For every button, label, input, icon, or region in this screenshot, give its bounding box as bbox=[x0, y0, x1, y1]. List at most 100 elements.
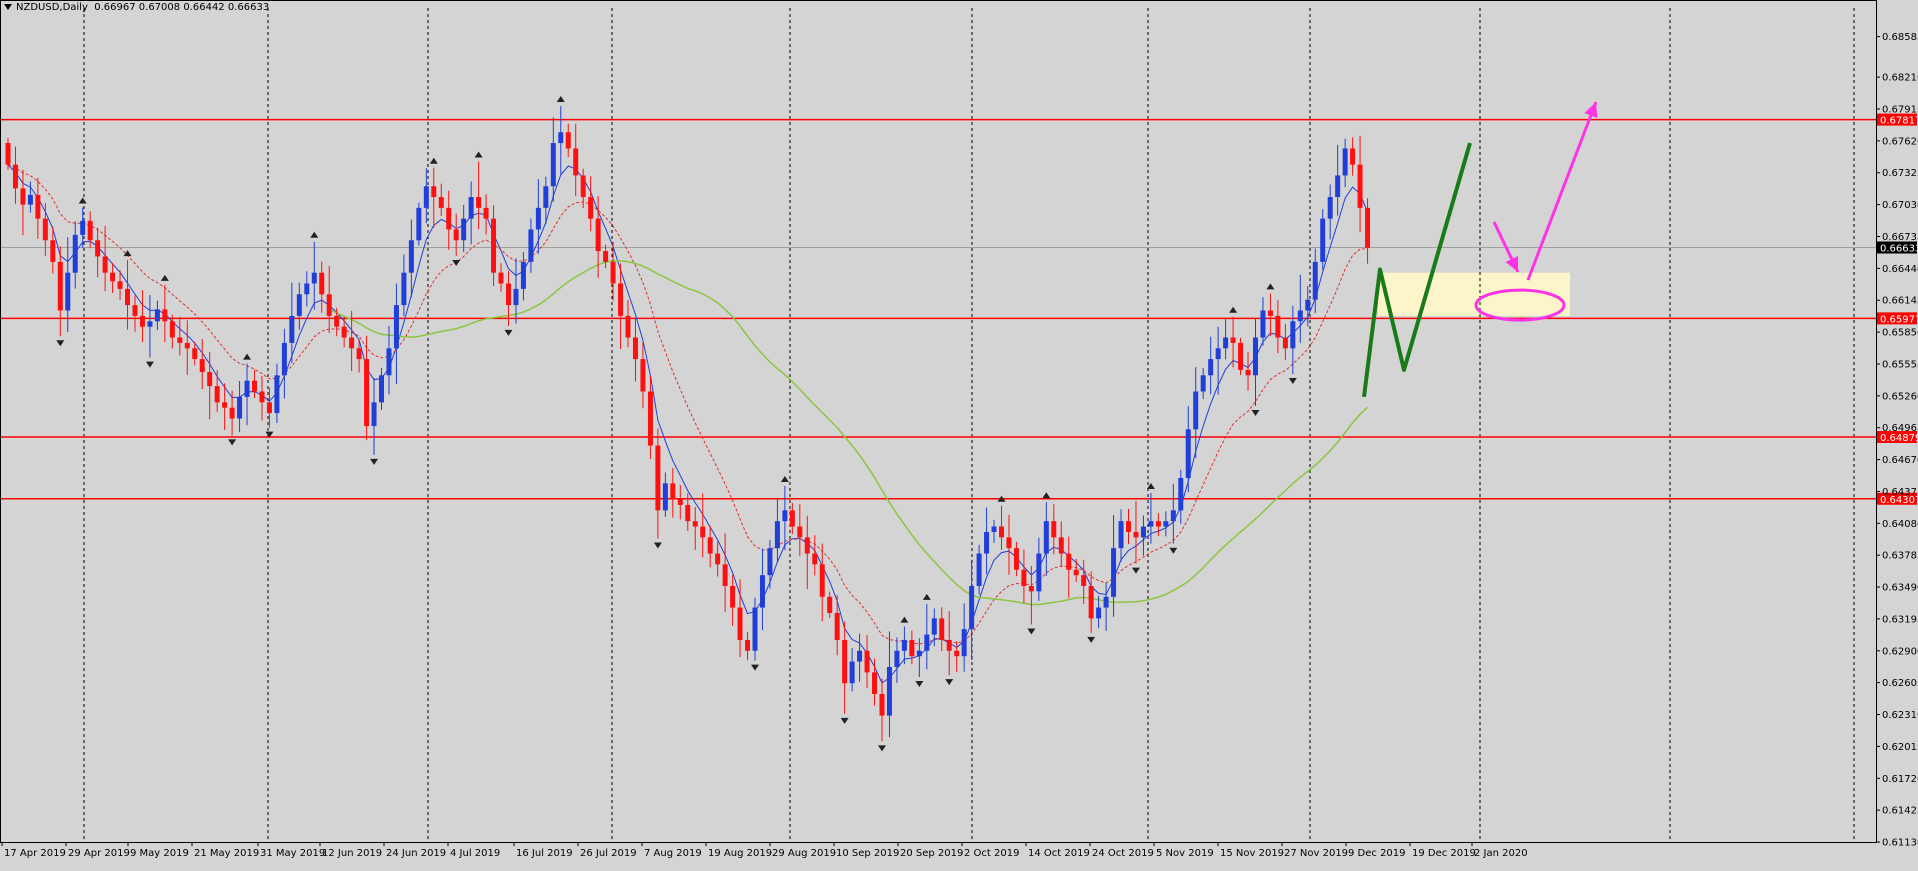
candle-bull bbox=[663, 483, 668, 510]
candle-bull bbox=[1201, 375, 1206, 391]
y-tick-label: 0.65555 bbox=[1882, 359, 1918, 370]
candle-bear bbox=[13, 165, 18, 189]
candle-bear bbox=[715, 554, 720, 565]
candle-bear bbox=[484, 208, 489, 219]
candle-bear bbox=[827, 597, 832, 613]
candle-bear bbox=[1051, 521, 1056, 537]
candle-bull bbox=[513, 289, 518, 305]
x-tick-label: 15 Nov 2019 bbox=[1220, 848, 1284, 859]
candle-bear bbox=[1246, 370, 1251, 375]
candle-bull bbox=[424, 186, 429, 208]
candle-bear bbox=[267, 402, 272, 413]
candle-bull bbox=[543, 186, 548, 208]
candle-bear bbox=[215, 386, 220, 402]
candle-bear bbox=[319, 273, 324, 295]
candle-bear bbox=[1156, 521, 1161, 526]
collapse-triangle-icon[interactable] bbox=[4, 4, 12, 10]
candle-bear bbox=[439, 197, 444, 208]
candle-bull bbox=[28, 195, 33, 205]
candle-bull bbox=[1104, 597, 1109, 608]
y-tick-label: 0.68585 bbox=[1882, 32, 1918, 43]
time-axis[interactable]: 17 Apr 201929 Apr 20199 May 201921 May 2… bbox=[2, 842, 1528, 859]
fractal-up-arrow bbox=[79, 197, 87, 203]
candle-bear bbox=[1275, 316, 1280, 338]
fractal-down-arrow bbox=[1289, 378, 1297, 384]
candle-bull bbox=[245, 381, 250, 397]
x-tick-label: 2 Oct 2019 bbox=[964, 848, 1019, 859]
candle-bear bbox=[648, 392, 653, 446]
chart-canvas[interactable]: 0.678170.659770.648790.643070.666330.685… bbox=[0, 0, 1918, 867]
fractal-down-arrow bbox=[370, 459, 378, 465]
candle-bear bbox=[1268, 310, 1273, 315]
x-tick-label: 27 Nov 2019 bbox=[1284, 848, 1348, 859]
candle-bull bbox=[409, 240, 414, 272]
fractal-down-arrow bbox=[878, 745, 886, 751]
candle-bear bbox=[678, 500, 683, 505]
y-tick-label: 0.66145 bbox=[1882, 296, 1918, 307]
y-tick-label: 0.64965 bbox=[1882, 423, 1918, 434]
current-price-label: 0.66633 bbox=[1880, 244, 1918, 255]
candle-bull bbox=[887, 667, 892, 716]
y-tick-label: 0.64375 bbox=[1882, 487, 1918, 498]
candle-bear bbox=[431, 186, 436, 197]
candle-bull bbox=[372, 402, 377, 426]
price-chart[interactable]: 0.678170.659770.648790.643070.666330.685… bbox=[0, 0, 1918, 867]
y-tick-label: 0.61425 bbox=[1882, 806, 1918, 817]
candle-bear bbox=[603, 251, 608, 262]
fractal-down-arrow bbox=[841, 718, 849, 724]
candle-bull bbox=[753, 608, 758, 651]
support-zone-layer bbox=[1378, 273, 1570, 316]
x-tick-label: 24 Jun 2019 bbox=[386, 848, 446, 859]
x-tick-label: 9 May 2019 bbox=[130, 848, 189, 859]
candle-bull bbox=[536, 208, 541, 230]
candle-bear bbox=[842, 640, 847, 683]
y-tick-label: 0.67620 bbox=[1882, 136, 1918, 147]
candle-bear bbox=[708, 537, 713, 553]
fractal-up-arrow bbox=[1042, 492, 1050, 498]
candle-bear bbox=[140, 316, 145, 327]
level-tag-label: 0.67817 bbox=[1880, 116, 1918, 127]
candle-bull bbox=[461, 219, 466, 241]
fractal-up-arrow bbox=[243, 354, 251, 360]
symbol-header: NZDUSD,Daily 0.66967 0.67008 0.66442 0.6… bbox=[4, 2, 269, 13]
candle-bull bbox=[1290, 321, 1295, 348]
candle-bull bbox=[1343, 148, 1348, 175]
candle-bull bbox=[469, 197, 474, 219]
candle-bear bbox=[1133, 532, 1138, 537]
fractal-up-arrow bbox=[430, 158, 438, 164]
candle-bear bbox=[1021, 570, 1026, 586]
candle-bear bbox=[730, 586, 735, 608]
candle-bear bbox=[805, 537, 810, 553]
candle-bear bbox=[170, 321, 175, 337]
candle-bear bbox=[812, 554, 817, 565]
candle-bull bbox=[1193, 392, 1198, 430]
candle-bear bbox=[20, 188, 25, 204]
candle-bull bbox=[312, 273, 317, 284]
candle-bull bbox=[1171, 510, 1176, 521]
candle-bear bbox=[192, 348, 197, 359]
candle-bull bbox=[289, 316, 294, 343]
fractal-down-arrow bbox=[56, 340, 64, 346]
y-tick-label: 0.64080 bbox=[1882, 519, 1918, 530]
candle-bear bbox=[499, 273, 504, 284]
fractal-down-arrow bbox=[945, 679, 953, 685]
candle-bull bbox=[1253, 337, 1258, 375]
fractal-up-arrow bbox=[1229, 307, 1237, 313]
candle-bear bbox=[909, 640, 914, 656]
candle-bear bbox=[588, 197, 593, 219]
candle-bear bbox=[1066, 554, 1071, 570]
candle-bull bbox=[416, 208, 421, 240]
candle-bear bbox=[1014, 548, 1019, 570]
candle-bear bbox=[700, 527, 705, 538]
candle-bear bbox=[596, 219, 601, 251]
horizontal-levels bbox=[0, 120, 1876, 499]
candle-bear bbox=[633, 337, 638, 359]
x-tick-label: 26 Jul 2019 bbox=[580, 848, 637, 859]
price-axis[interactable]: 0.678170.659770.648790.643070.666330.685… bbox=[1, 1, 1918, 849]
candle-bull bbox=[155, 309, 160, 321]
fractal-up-arrow bbox=[923, 594, 931, 600]
candle-bull bbox=[80, 221, 85, 235]
y-tick-label: 0.62310 bbox=[1882, 710, 1918, 721]
x-tick-label: 2 Jan 2020 bbox=[1474, 848, 1528, 859]
fractal-down-arrow bbox=[504, 330, 512, 336]
